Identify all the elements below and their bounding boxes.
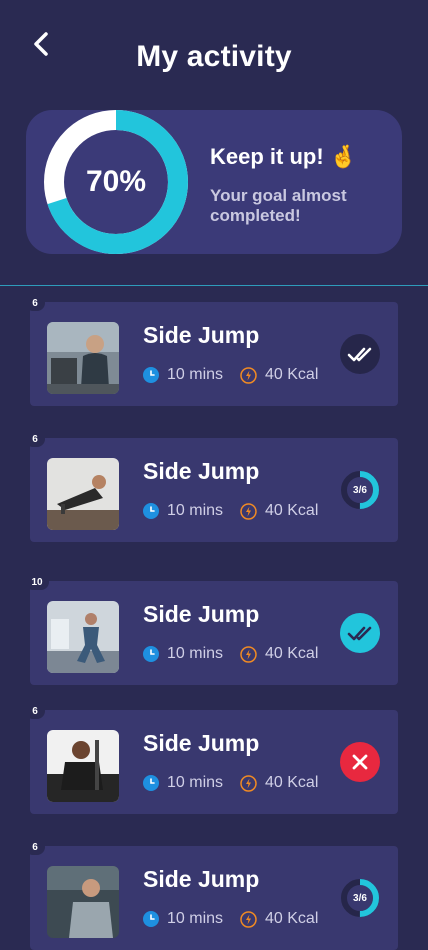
status-completed[interactable] — [340, 613, 380, 653]
flame-icon — [240, 910, 257, 928]
activity-duration: 10 mins — [143, 366, 223, 384]
activity-thumbnail — [47, 458, 119, 530]
flame-icon — [240, 774, 257, 792]
goal-headline-text: Keep it up! — [210, 144, 324, 169]
page-title: My activity — [136, 40, 292, 73]
activity-name: Side Jump — [143, 458, 260, 484]
close-icon — [352, 754, 368, 770]
activity-name: Side Jump — [143, 730, 260, 756]
activity-count-badge: 6 — [25, 295, 45, 311]
calories-text: 40 Kcal — [265, 645, 319, 662]
status-progress[interactable]: 3/6 — [340, 470, 380, 510]
goal-subtext: Your goal almost completed! — [210, 186, 347, 225]
activity-duration: 10 mins — [143, 910, 223, 928]
activity-thumbnail — [47, 730, 119, 802]
clock-icon — [143, 503, 159, 519]
duration-text: 10 mins — [167, 910, 224, 927]
activity-count-badge: 6 — [25, 839, 45, 855]
activity-card[interactable]: 6 Side Jump 10 mins 40 Kcal — [25, 295, 398, 406]
goal-headline: Keep it up! 🤞 — [210, 144, 357, 170]
calories-text: 40 Kcal — [265, 910, 319, 927]
activity-name: Side Jump — [143, 866, 260, 892]
clock-icon — [143, 646, 159, 662]
double-check-icon — [347, 626, 372, 641]
crossed-fingers-icon: 🤞 — [329, 144, 358, 169]
flame-icon — [240, 502, 257, 520]
activity-count-badge: 6 — [25, 431, 45, 447]
activity-thumbnail — [47, 601, 119, 673]
activity-calories: 40 Kcal — [240, 774, 318, 792]
goal-card: 70% Keep it up! 🤞 Your goal almost compl… — [26, 110, 402, 254]
double-check-icon — [347, 347, 372, 362]
activity-calories: 40 Kcal — [240, 366, 318, 384]
calories-text: 40 Kcal — [265, 366, 319, 383]
activity-card[interactable]: 10 Side Jump 10 mins 40 Kcal — [25, 574, 398, 685]
status-done[interactable] — [340, 334, 380, 374]
clock-icon — [143, 775, 159, 791]
activity-card[interactable]: 6 Side Jump 10 mins 40 Kcal 3/6 — [25, 839, 398, 950]
activity-calories: 40 Kcal — [240, 645, 318, 663]
activity-calories: 40 Kcal — [240, 502, 318, 520]
activity-count-badge: 6 — [25, 703, 45, 719]
clock-icon — [143, 367, 159, 383]
activity-calories: 40 Kcal — [240, 910, 318, 928]
activity-name: Side Jump — [143, 601, 260, 627]
activity-name: Side Jump — [143, 322, 260, 348]
progress-label: 3/6 — [353, 892, 367, 904]
activity-duration: 10 mins — [143, 502, 223, 520]
status-failed[interactable] — [340, 742, 380, 782]
activity-duration: 10 mins — [143, 645, 223, 663]
flame-icon — [240, 366, 257, 384]
duration-text: 10 mins — [167, 645, 224, 662]
duration-text: 10 mins — [167, 774, 224, 791]
section-divider — [0, 285, 428, 286]
goal-percent: 70% — [85, 165, 147, 198]
duration-text: 10 mins — [167, 366, 224, 383]
progress-label: 3/6 — [353, 484, 367, 496]
clock-icon — [143, 911, 159, 927]
activity-duration: 10 mins — [143, 774, 223, 792]
duration-text: 10 mins — [167, 502, 224, 519]
flame-icon — [240, 645, 257, 663]
activity-thumbnail — [47, 322, 119, 394]
activity-count-badge: 10 — [25, 574, 49, 590]
activity-card[interactable]: 6 Side Jump 10 mins 40 Kcal 3/6 — [25, 431, 398, 542]
calories-text: 40 Kcal — [265, 502, 319, 519]
calories-text: 40 Kcal — [265, 774, 319, 791]
status-progress[interactable]: 3/6 — [340, 878, 380, 918]
activity-card[interactable]: 6 Side Jump 10 mins 40 Kcal — [25, 703, 398, 814]
activity-thumbnail — [47, 866, 119, 938]
